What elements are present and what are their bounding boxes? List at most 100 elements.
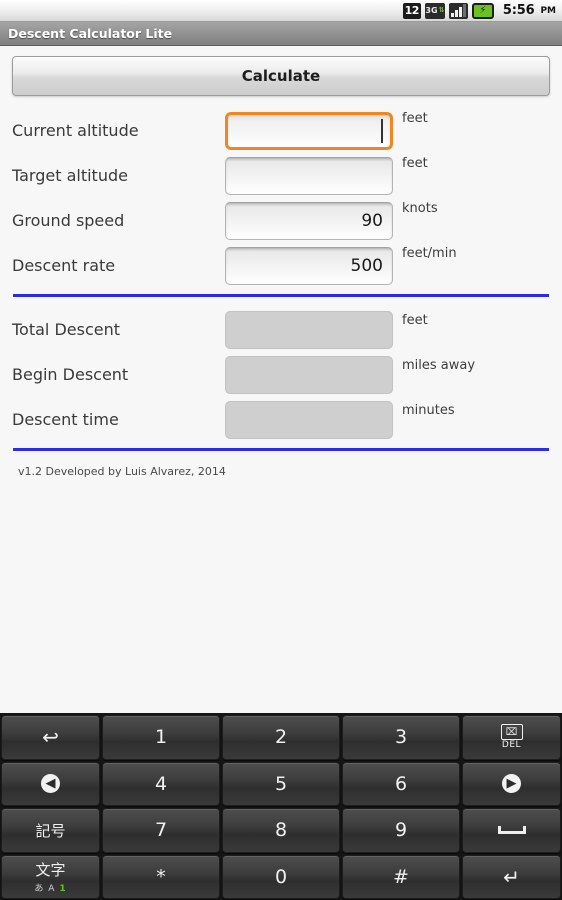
cursor-right-key-glyph: ▶ [502,774,521,794]
space-key[interactable] [462,808,561,853]
key-7[interactable]: 7 [102,808,220,853]
keyboard-row: ↩ 1 2 3 ⌧ DEL [1,715,561,760]
key-6-label: 6 [394,772,408,795]
key-0[interactable]: 0 [222,854,340,899]
delete-key[interactable]: ⌧ DEL [462,715,561,760]
input-label: Ground speed [12,211,125,230]
status-icons: 12 3G ⇅ ⚡ 5:56 PM [402,2,556,19]
key-8-label: 8 [274,819,288,842]
output-field-wrap [225,355,393,394]
key-8[interactable]: 8 [222,808,340,853]
app-root: 12 3G ⇅ ⚡ 5:56 PM Descent Calculator Lit… [0,0,562,900]
symbols-key-label: 記号 [35,821,66,840]
main-content: Calculate Current altitude feet Target alt… [0,56,562,723]
input-field-0[interactable] [225,111,393,150]
input-value: 90 [361,210,383,231]
input-field-wrap [225,111,393,150]
enter-key[interactable]: ↵ [462,854,561,899]
input-row: Current altitude feet [12,108,550,153]
cursor-left-key[interactable]: ◀ [1,761,100,806]
input-row: Descent rate 500 feet/min [12,243,550,288]
input-row: Target altitude feet [12,153,550,198]
keyboard-row: 文字あ A 1 * 0 # ↵ [1,854,561,899]
key-1-label: 1 [154,726,168,749]
key-4[interactable]: 4 [102,761,220,806]
signal-strength-icon [448,2,468,19]
mobile-data-3g-icon: 3G ⇅ [424,2,445,19]
mode-kana: あ [34,884,45,895]
space-key-glyph [497,826,526,835]
input-mode-key[interactable]: 文字あ A 1 [1,854,100,899]
output-field-wrap [225,310,393,349]
keyboard-row: ◀ 4 5 6 ▶ [1,761,561,806]
input-field-2[interactable]: 90 [225,201,393,240]
key-9[interactable]: 9 [342,808,460,853]
undo-key-glyph: ↩ [42,725,59,750]
output-unit: minutes [402,403,455,418]
input-field-wrap: 500 [225,246,393,285]
input-value: 500 [350,255,383,276]
output-field-2 [225,400,393,439]
battery-charging-icon: ⚡ [471,2,494,19]
key-asterisk-label: * [156,865,166,888]
backspace-icon: ⌧ [500,724,523,741]
input-unit: feet/min [402,246,457,261]
input-field-1[interactable] [225,156,393,195]
enter-key-glyph: ↵ [503,864,520,889]
symbols-key[interactable]: 記号 [1,808,100,853]
key-4-label: 4 [154,772,168,795]
output-row: Begin Descent miles away [12,352,550,397]
key-6[interactable]: 6 [342,761,460,806]
cursor-left-key-glyph: ◀ [41,774,60,794]
output-row: Total Descent feet [12,307,550,352]
calculate-button[interactable]: Calculate [12,56,550,96]
mode-numeric: 1 [59,884,67,895]
output-field-wrap [225,400,393,439]
onscreen-keyboard[interactable]: ↩ 1 2 3 ⌧ DEL ◀ 4 5 6 ▶ 記号 7 8 9 文字あ A 1 * 0 # ↵ [0,713,562,900]
input-label: Current altitude [12,121,139,140]
key-5[interactable]: 5 [222,761,340,806]
delete-key-label: DEL [501,740,522,751]
cursor-right-key[interactable]: ▶ [462,761,561,806]
keyboard-row: 記号 7 8 9 [1,808,561,853]
output-unit: feet [402,313,428,328]
key-3-label: 3 [394,726,408,749]
key-hash[interactable]: # [342,854,460,899]
input-field-wrap [225,156,393,195]
divider-bottom [13,448,549,451]
input-unit: feet [402,111,428,126]
input-mode-label: 文字 [35,861,66,880]
key-2[interactable]: 2 [222,715,340,760]
input-field-3[interactable]: 500 [225,246,393,285]
output-label: Begin Descent [12,365,129,384]
key-hash-label: # [393,865,409,888]
key-asterisk[interactable]: * [102,854,220,899]
input-row: Ground speed 90 knots [12,198,550,243]
data-arrows: ⇅ [438,6,445,14]
footer-credit: v1.2 Developed by Luis Alvarez, 2014 [18,465,226,478]
key-2-label: 2 [274,726,288,749]
input-rows: Current altitude feet Target altitude feet G… [12,108,550,288]
output-label: Total Descent [12,320,121,339]
key-7-label: 7 [154,819,168,842]
input-field-wrap: 90 [225,201,393,240]
status-bar: 12 3G ⇅ ⚡ 5:56 PM [0,0,562,22]
input-unit: knots [402,201,438,216]
undo-key[interactable]: ↩ [1,715,100,760]
output-unit: miles away [402,358,476,373]
input-label: Target altitude [12,166,128,185]
output-field-0 [225,310,393,349]
key-9-label: 9 [394,819,408,842]
status-time: 5:56 [502,3,535,18]
output-field-1 [225,355,393,394]
key-1[interactable]: 1 [102,715,220,760]
divider-top [13,294,549,297]
output-rows: Total Descent feet Begin Descent miles away… [12,307,550,442]
input-mode-sub: あ A 1 [34,881,66,894]
output-row: Descent time minutes [12,397,550,442]
text-caret [381,118,383,143]
notification-count-icon: 12 [402,2,421,19]
key-3[interactable]: 3 [342,715,460,760]
input-label: Descent rate [12,256,116,275]
key-0-label: 0 [274,865,288,888]
